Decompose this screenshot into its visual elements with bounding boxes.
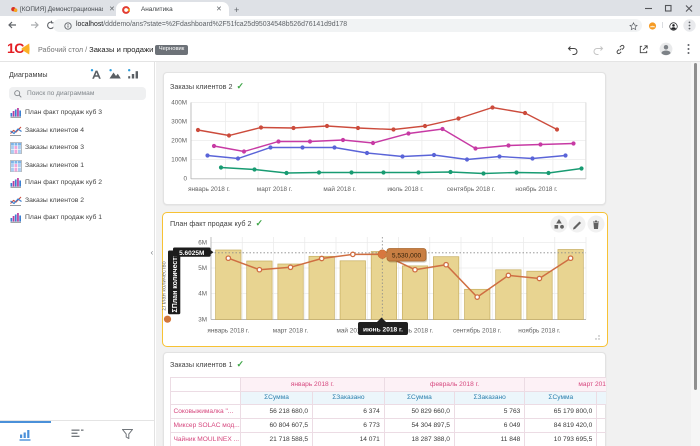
svg-text:ноябрь 2018 г.: ноябрь 2018 г.	[518, 327, 560, 335]
svg-text:300M: 300M	[171, 119, 187, 126]
svg-text:6M: 6M	[198, 240, 207, 247]
svg-text:ноябрь 2018 г.: ноябрь 2018 г.	[515, 185, 557, 193]
svg-text:май 2018 г.: май 2018 г.	[323, 185, 356, 193]
svg-text:0: 0	[183, 176, 187, 183]
svg-text:январь 2018 г.: январь 2018 г.	[207, 328, 249, 335]
svg-text:100M: 100M	[171, 157, 187, 164]
svg-text:июнь 2018 г.: июнь 2018 г.	[363, 327, 403, 334]
svg-text:март 2018 г.: март 2018 г.	[257, 186, 293, 193]
svg-text:3M: 3M	[198, 317, 207, 324]
svg-text:5,530,000: 5,530,000	[392, 252, 422, 259]
svg-text:июль 2018 г.: июль 2018 г.	[387, 186, 424, 193]
svg-text:5M: 5M	[198, 265, 207, 272]
svg-text:январь 2018 г.: январь 2018 г.	[188, 186, 230, 193]
svg-text:5.6025M: 5.6025M	[179, 250, 204, 257]
svg-text:сентябрь 2018 г.: сентябрь 2018 г.	[453, 327, 502, 335]
svg-text:ΣПлан количество: ΣПлан количество	[162, 261, 168, 311]
svg-text:март 2018 г.: март 2018 г.	[273, 328, 309, 335]
svg-text:400M: 400M	[171, 100, 187, 107]
svg-text:ΣПлан количести: ΣПлан количести	[172, 253, 179, 313]
svg-text:сентябрь 2018 г.: сентябрь 2018 г.	[447, 185, 496, 193]
svg-text:200M: 200M	[171, 138, 187, 145]
svg-text:4M: 4M	[198, 291, 207, 298]
